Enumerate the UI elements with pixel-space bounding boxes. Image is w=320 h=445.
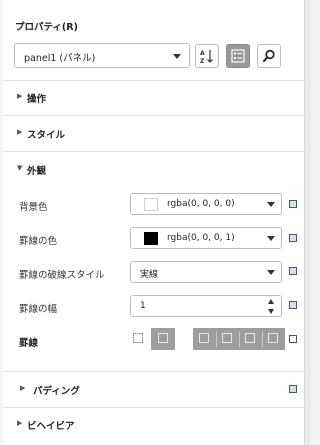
sort-alpha-icon: A Z bbox=[200, 50, 213, 64]
background-color-label: 背景色 bbox=[19, 202, 48, 213]
category-view-button[interactable] bbox=[226, 44, 250, 68]
border-style-reset[interactable] bbox=[289, 267, 297, 275]
background-color-swatch[interactable] bbox=[144, 198, 158, 211]
section-padding[interactable]: ▶ パディング bbox=[3, 371, 305, 407]
section-style[interactable]: ▶ スタイル bbox=[3, 115, 305, 151]
search-icon bbox=[262, 49, 275, 63]
section-operation[interactable]: ▶ 操作 bbox=[3, 80, 305, 115]
border-right-button[interactable] bbox=[245, 333, 255, 343]
border-all-button[interactable] bbox=[151, 328, 175, 350]
all-borders-icon bbox=[158, 333, 168, 343]
border-top-button[interactable] bbox=[222, 333, 232, 343]
border-width-stepper[interactable]: 1 bbox=[130, 295, 282, 317]
search-button[interactable] bbox=[257, 44, 281, 68]
border-none-button[interactable] bbox=[133, 328, 145, 350]
divider bbox=[239, 331, 240, 347]
padding-reset[interactable] bbox=[289, 385, 297, 393]
background-color-value: rgba(0, 0, 0, 0) bbox=[167, 199, 235, 209]
border-sides-group bbox=[193, 328, 285, 350]
section-padding-title: パディング bbox=[33, 386, 80, 397]
borders-reset[interactable] bbox=[289, 335, 297, 343]
section-behavior-title: ビヘイビア bbox=[27, 421, 75, 432]
chevron-down-icon bbox=[267, 270, 275, 275]
section-style-title: スタイル bbox=[27, 130, 66, 141]
border-width-value: 1 bbox=[140, 301, 146, 311]
border-style-label: 罫線の破線スタイル bbox=[19, 270, 105, 281]
svg-text:A: A bbox=[200, 50, 205, 57]
divider bbox=[262, 331, 263, 347]
chevron-right-icon: ▶ bbox=[17, 128, 23, 136]
section-operation-title: 操作 bbox=[27, 94, 47, 105]
border-left-button[interactable] bbox=[199, 333, 209, 343]
svg-text:Z: Z bbox=[200, 58, 205, 64]
chevron-right-icon: ▶ bbox=[17, 92, 23, 100]
chevron-down-icon bbox=[173, 54, 181, 59]
border-color-reset[interactable] bbox=[289, 234, 297, 242]
object-select[interactable]: panel1 (パネル) bbox=[14, 43, 190, 68]
properties-panel: プロパティ(R) panel1 (パネル) A Z ▶ 操作 ▶ スタイル ▼ … bbox=[3, 0, 305, 445]
border-color-select[interactable]: rgba(0, 0, 0, 1) bbox=[130, 227, 282, 249]
border-color-value: rgba(0, 0, 0, 1) bbox=[167, 233, 235, 243]
border-color-swatch[interactable] bbox=[144, 232, 158, 245]
increment-icon[interactable] bbox=[268, 299, 274, 304]
border-style-select[interactable]: 実線 bbox=[130, 261, 282, 283]
chevron-right-icon: ▶ bbox=[17, 419, 23, 427]
object-select-value: panel1 (パネル) bbox=[24, 53, 96, 64]
decrement-icon[interactable] bbox=[268, 309, 274, 314]
chevron-down-icon bbox=[267, 202, 275, 207]
category-view-icon bbox=[231, 49, 245, 63]
chevron-right-icon: ▶ bbox=[20, 384, 26, 392]
chevron-down-icon bbox=[267, 236, 275, 241]
vertical-scrollbar[interactable] bbox=[305, 0, 311, 445]
border-color-label: 罫線の色 bbox=[19, 236, 58, 247]
border-width-label: 罫線の幅 bbox=[19, 304, 58, 315]
no-border-icon bbox=[133, 333, 143, 343]
borders-label: 罫線 bbox=[19, 338, 39, 349]
section-appearance-title: 外観 bbox=[27, 166, 47, 177]
divider bbox=[216, 331, 217, 347]
border-width-reset[interactable] bbox=[289, 301, 297, 309]
background-color-select[interactable]: rgba(0, 0, 0, 0) bbox=[130, 193, 282, 215]
section-behavior[interactable]: ▶ ビヘイビア bbox=[3, 407, 305, 445]
sort-alphabetical-button[interactable]: A Z bbox=[195, 44, 219, 68]
border-style-value: 実線 bbox=[140, 270, 159, 280]
background-color-reset[interactable] bbox=[289, 200, 297, 208]
border-bottom-button[interactable] bbox=[268, 333, 278, 343]
panel-title: プロパティ(R) bbox=[15, 22, 78, 33]
chevron-down-icon[interactable]: ▼ bbox=[17, 164, 22, 172]
